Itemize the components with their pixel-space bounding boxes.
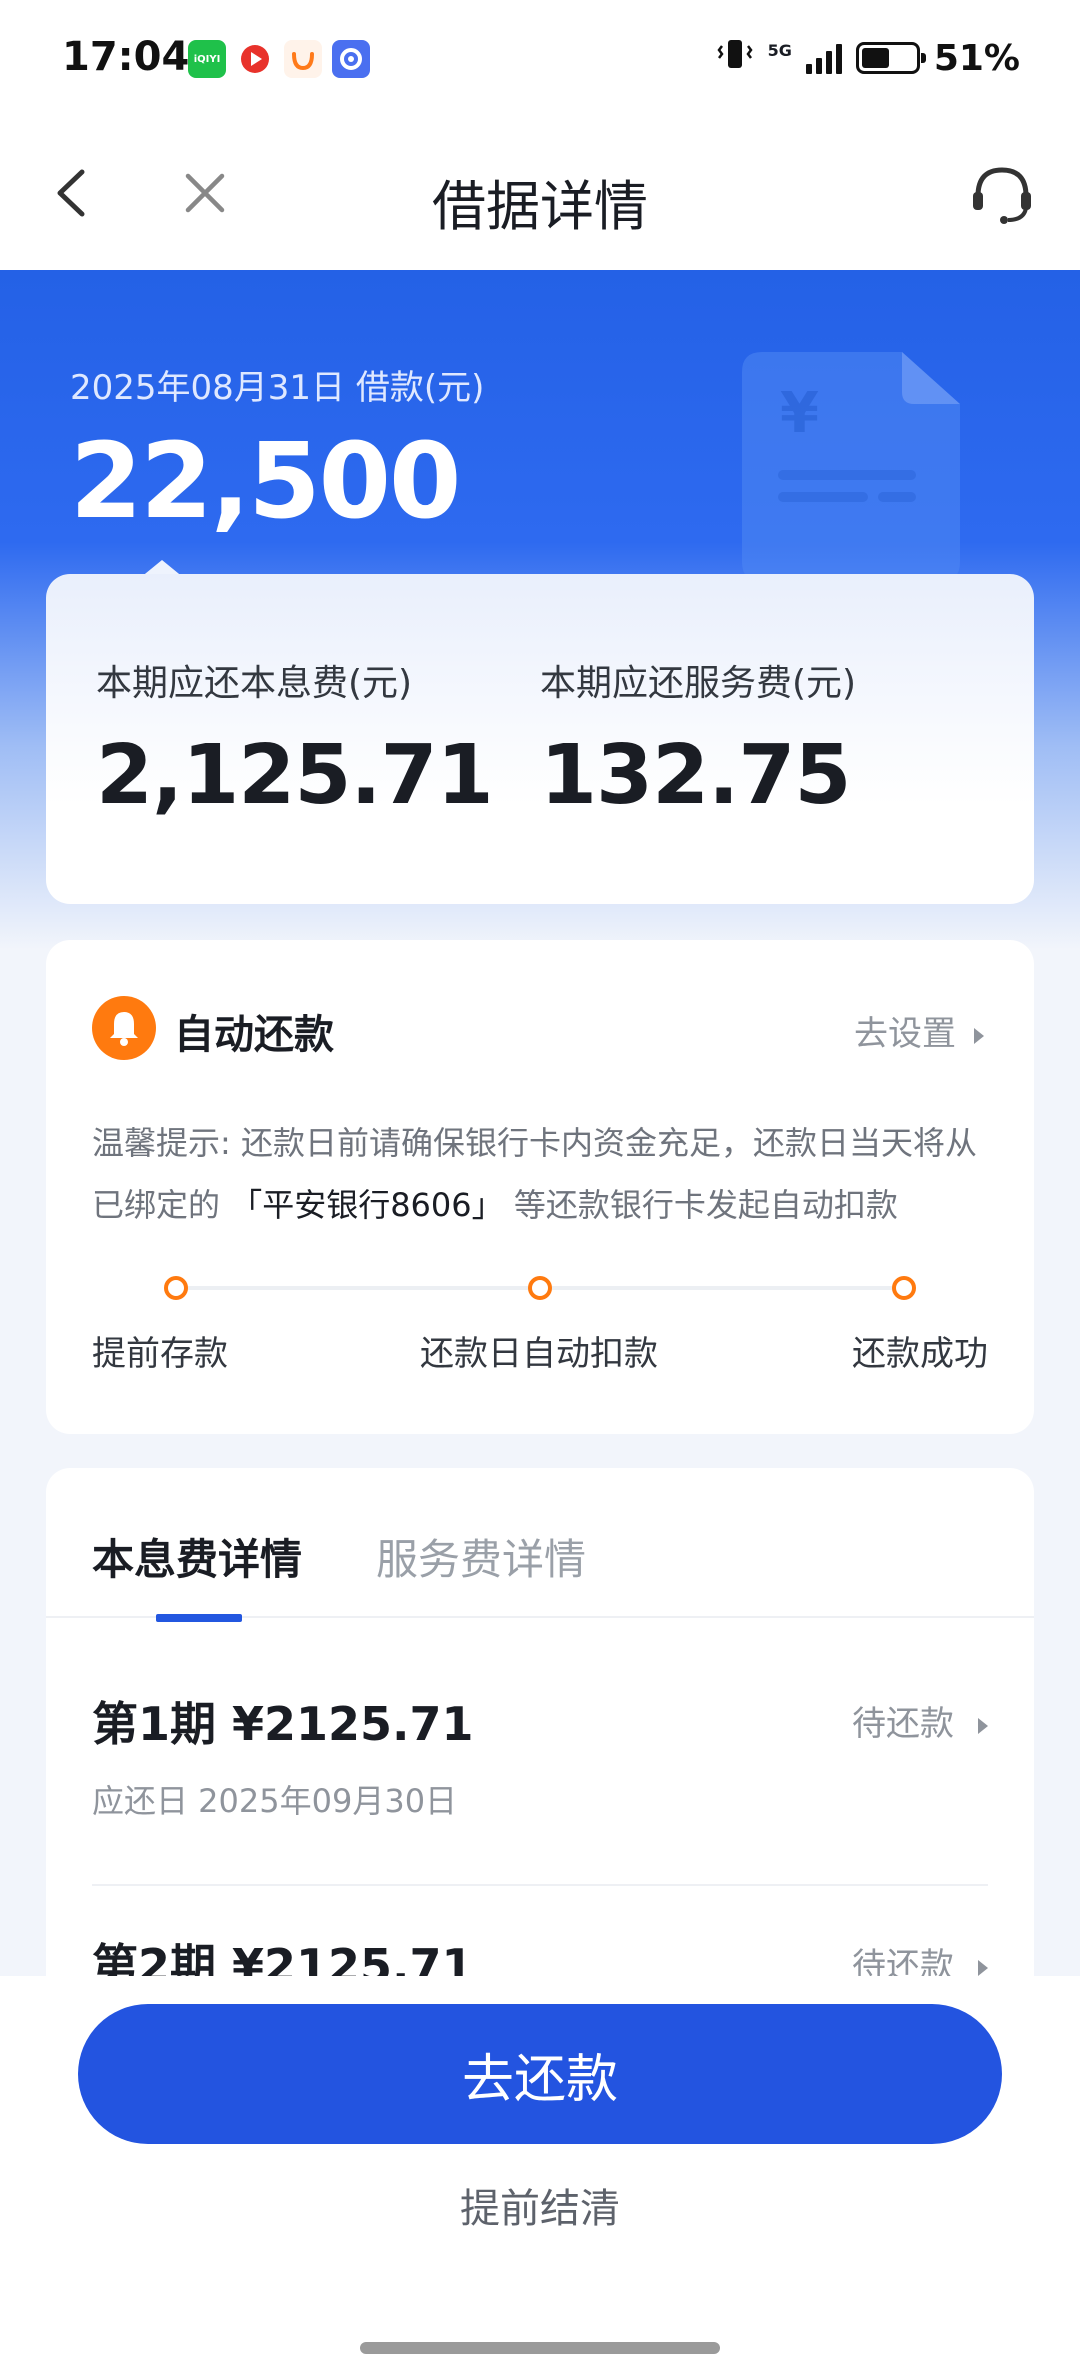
network-type: 5G xyxy=(767,40,792,60)
iqiyi-app-icon: iQIYI xyxy=(188,40,226,78)
step-label-auto-debit: 还款日自动扣款 xyxy=(420,1334,658,1374)
headset-icon xyxy=(973,167,1031,224)
active-tab-indicator xyxy=(156,1614,242,1622)
current-due-card: 本期应还本息费(元) 2,125.71 本期应还服务费(元) 132.75 xyxy=(46,574,1034,904)
bell-icon xyxy=(92,996,156,1060)
loan-date-label: 2025年08月31日 借款(元) xyxy=(70,368,485,408)
row-divider xyxy=(92,1884,988,1886)
customer-service-button[interactable] xyxy=(964,156,1040,232)
principal-due: 本期应还本息费(元) 2,125.71 xyxy=(96,654,494,823)
tab-service-fee-details[interactable]: 服务费详情 xyxy=(376,1526,586,1587)
autopay-title: 自动还款 xyxy=(174,1012,334,1058)
triangle-right-icon xyxy=(974,1027,984,1044)
installment-due-date: 应还日 2025年09月30日 xyxy=(92,1782,458,1820)
battery-icon xyxy=(855,42,926,74)
page-title: 借据详情 xyxy=(432,175,648,238)
document-icon: ¥ xyxy=(742,352,960,582)
early-settle-link[interactable]: 提前结清 xyxy=(0,2176,1080,2234)
step-dot-deposit xyxy=(164,1276,188,1300)
autopay-settings-link[interactable]: 去设置 xyxy=(854,1006,984,1055)
home-indicator[interactable] xyxy=(360,2342,720,2354)
service-fee-due-label: 本期应还服务费(元) xyxy=(540,663,857,704)
autopay-settings-label: 去设置 xyxy=(854,1014,956,1054)
signal-icon xyxy=(805,42,842,74)
installment-row[interactable]: 第1期 ¥2125.71 应还日 2025年09月30日 待还款 xyxy=(92,1688,988,1822)
status-time: 17:04 xyxy=(62,34,190,80)
tip-bank-card: 「平安银行8606」 xyxy=(220,1186,514,1224)
autopay-card: 自动还款 去设置 温馨提示: 还款日前请确保银行卡内资金充足，还款日当天将从已绑… xyxy=(46,940,1034,1434)
principal-due-value: 2,125.71 xyxy=(96,728,494,823)
principal-due-label: 本期应还本息费(元) xyxy=(96,663,413,704)
yen-mark: ¥ xyxy=(780,381,819,446)
tab-principal-details[interactable]: 本息费详情 xyxy=(92,1526,302,1587)
didi-app-icon xyxy=(284,40,322,78)
status-indicators: 5G 51% xyxy=(716,36,1020,80)
service-fee-due: 本期应还服务费(元) 132.75 xyxy=(540,654,856,823)
triangle-right-icon xyxy=(978,1717,988,1734)
nav-header: 借据详情 xyxy=(0,118,1080,270)
bottom-action-bar: 去还款 提前结清 xyxy=(0,1976,1080,2376)
video-app-icon xyxy=(236,40,274,78)
vibrate-icon xyxy=(716,36,754,80)
triangle-right-icon xyxy=(978,1959,988,1976)
step-dot-auto-debit xyxy=(528,1276,552,1300)
installment-status-label: 待还款 xyxy=(852,1704,954,1744)
autopay-tip: 温馨提示: 还款日前请确保银行卡内资金充足，还款日当天将从已绑定的 「平安银行8… xyxy=(92,1112,992,1236)
browser-app-icon xyxy=(332,40,370,78)
notification-app-icons: iQIYI xyxy=(188,40,370,78)
repay-button[interactable]: 去还款 xyxy=(78,2004,1002,2144)
step-label-deposit: 提前存款 xyxy=(92,1334,228,1374)
step-dot-success xyxy=(892,1276,916,1300)
service-fee-due-value: 132.75 xyxy=(540,728,851,823)
status-bar: 17:04 iQIYI 5G 51% xyxy=(0,0,1080,118)
battery-percent: 51% xyxy=(933,37,1020,79)
installment-status: 待还款 xyxy=(852,1696,988,1745)
step-label-success: 还款成功 xyxy=(852,1334,988,1374)
tip-suffix: 等还款银行卡发起自动扣款 xyxy=(513,1186,898,1224)
loan-amount: 22,500 xyxy=(70,420,461,542)
